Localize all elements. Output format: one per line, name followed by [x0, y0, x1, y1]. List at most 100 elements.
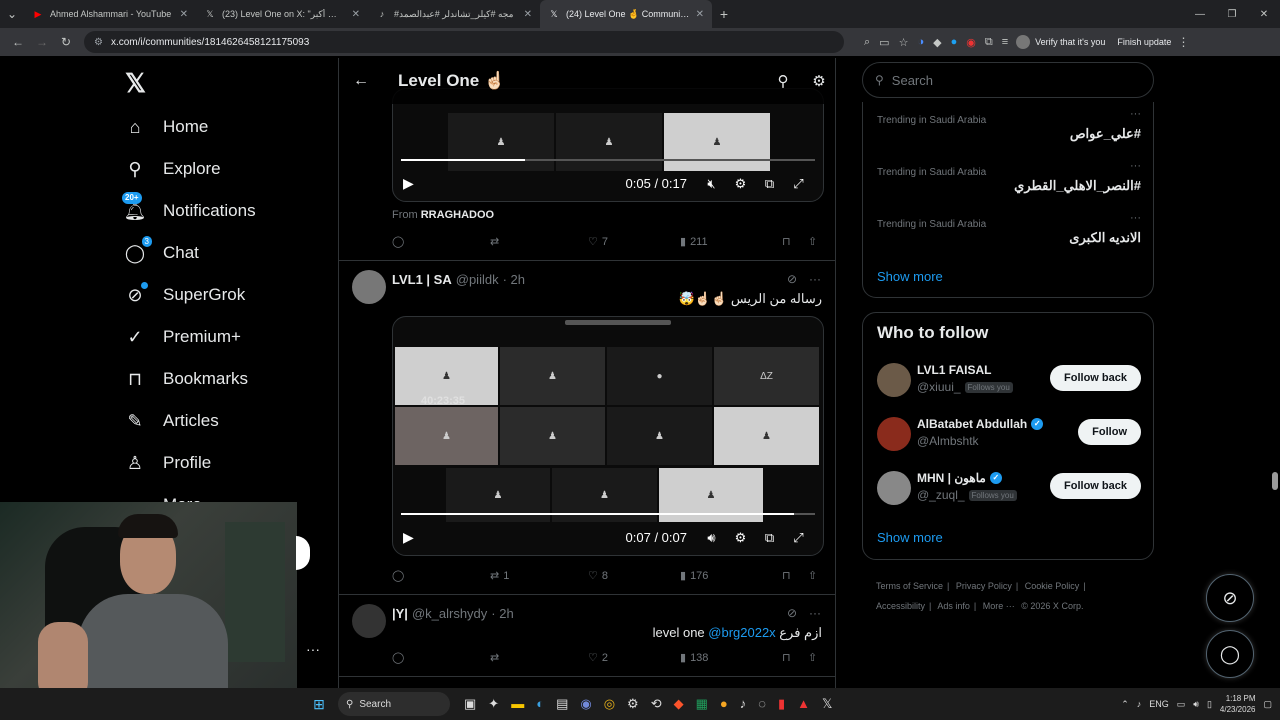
restore-icon[interactable]: ❐ [1216, 0, 1248, 28]
taskbar-search[interactable]: ⚲ Search [338, 692, 450, 716]
reload-icon[interactable]: ↻ [54, 35, 78, 49]
grok-icon[interactable]: ⊘ [787, 272, 797, 286]
footer-more-link[interactable]: More ··· [983, 601, 1015, 611]
video-player[interactable]: ♟ ♟ ● ΔZ ♟ ♟ ♟ ♟ 40:23:35 ♟ ♟ ♟ ▶ 0:07 /… [392, 316, 824, 556]
kebab-menu-icon[interactable]: ⋮ [1171, 35, 1195, 49]
play-icon[interactable]: ▶ [403, 529, 421, 546]
fullscreen-icon[interactable]: ⤢ [784, 176, 813, 192]
follow-back-button[interactable]: Follow back [1050, 473, 1141, 499]
video-progress-bar[interactable] [401, 159, 815, 161]
nav-item-profile[interactable]: ♙ Profile [124, 452, 211, 474]
app-icon[interactable]: ⟲ [651, 696, 662, 712]
back-arrow-icon[interactable]: ← [6, 35, 30, 49]
settings-icon[interactable]: ⚙ [726, 530, 755, 546]
more-icon[interactable]: ··· [1130, 108, 1141, 120]
views-button[interactable]: ▮ 138 [680, 651, 782, 665]
browser-tab-x-post[interactable]: 𝕏 (23) Level One on X: "الهدف أكبر" ✕ [196, 0, 368, 28]
avatar[interactable] [352, 604, 386, 638]
extension-icon[interactable]: ◉ [966, 36, 976, 49]
views-button[interactable]: ▮ 176 [680, 569, 782, 583]
follow-button[interactable]: Follow [1078, 419, 1141, 445]
close-tab-icon[interactable]: ✕ [524, 9, 532, 20]
search-icon[interactable]: ⚲ [765, 72, 801, 90]
chevron-up-icon[interactable]: ⌃ [1121, 699, 1129, 710]
show-more-link[interactable]: Show more [877, 530, 943, 545]
repost-button[interactable]: ⇄ 1 [490, 569, 588, 583]
follow-back-button[interactable]: Follow back [1050, 365, 1141, 391]
more-icon[interactable]: ··· [1130, 160, 1141, 172]
repost-button[interactable]: ⇄ [490, 651, 588, 664]
app-icon[interactable]: ▲ [797, 696, 810, 712]
extension-icon[interactable]: ◆ [933, 36, 941, 49]
address-bar[interactable]: ⚙ x.com/i/communities/181462645812117509… [84, 31, 844, 53]
account-menu-icon[interactable]: ··· [306, 641, 320, 657]
reply-button[interactable]: ◯ [392, 569, 490, 582]
page-scrollbar[interactable] [1270, 58, 1280, 688]
scrollbar-thumb[interactable] [1272, 472, 1278, 490]
share-button[interactable]: ⇧ [808, 235, 817, 248]
back-arrow-icon[interactable]: ← [339, 72, 383, 90]
zoom-icon[interactable]: ⌕ [864, 36, 870, 49]
terms-link[interactable]: Terms of Service [876, 581, 943, 591]
reply-button[interactable]: ◯ [392, 651, 490, 664]
more-icon[interactable]: ··· [809, 272, 821, 286]
app-icon[interactable]: ▮ [778, 696, 785, 712]
app-icon[interactable]: ◌ [758, 696, 766, 712]
nav-item-chat[interactable]: ◯ 3 Chat [124, 236, 199, 264]
grok-icon[interactable]: ⊘ [787, 606, 797, 620]
store-icon[interactable]: ▤ [556, 696, 568, 712]
browser-tab-tiktok[interactable]: ♪ #مجه #كيلر_تشاندلر #عبدالصمد ✕ [368, 0, 540, 28]
author-handle[interactable]: @k_alrshydy [412, 606, 487, 621]
close-tab-icon[interactable]: ✕ [180, 9, 188, 20]
bookmark-button[interactable]: ⊓ [782, 651, 808, 664]
finish-update-button[interactable]: Finish update [1117, 37, 1171, 47]
task-view-icon[interactable]: ▣ [464, 696, 476, 712]
notification-center-icon[interactable]: ▢ [1263, 699, 1272, 710]
avatar[interactable] [352, 270, 386, 304]
ads-info-link[interactable]: Ads info [937, 601, 970, 611]
reading-list-icon[interactable]: ≡ [1002, 36, 1008, 48]
author-name[interactable]: |Y| [392, 606, 408, 621]
speaker-icon[interactable]: 🔊︎ [1193, 699, 1199, 710]
close-tab-icon[interactable]: ✕ [696, 9, 704, 20]
clock[interactable]: 1:18 PM 4/23/2026 [1220, 693, 1256, 715]
close-window-icon[interactable]: ✕ [1248, 0, 1280, 28]
network-icon[interactable]: ▭ [1177, 699, 1186, 710]
nav-item-bookmarks[interactable]: ⊓ Bookmarks [124, 368, 248, 390]
reply-button[interactable]: ◯ [392, 235, 490, 248]
accessibility-link[interactable]: Accessibility [876, 601, 925, 611]
tiktok-icon[interactable]: ♪ [740, 696, 747, 712]
share-button[interactable]: ⇧ [808, 569, 817, 582]
follow-suggestion[interactable]: MHN | ماهون ✓ @_zuql_ Follows you Follow b… [877, 471, 1141, 507]
discord-icon[interactable]: ◉ [580, 696, 591, 712]
nav-item-premium[interactable]: ✓ Premium+ [124, 326, 240, 348]
nav-item-articles[interactable]: ✎ Articles [124, 410, 218, 432]
language-indicator[interactable]: ENG [1149, 699, 1169, 709]
profile-button[interactable]: Verify that it's you [1016, 35, 1105, 49]
show-more-link[interactable]: Show more [877, 269, 943, 284]
chat-fab-button[interactable]: ◯ [1206, 630, 1254, 678]
x-logo-icon[interactable]: 𝕏 [125, 68, 146, 99]
more-icon[interactable]: ··· [809, 606, 821, 620]
windows-start-icon[interactable]: ⊞ [304, 696, 334, 713]
app-icon[interactable]: ▦ [696, 696, 708, 712]
tab-list-dropdown-icon[interactable]: ⌄ [0, 7, 24, 21]
video-player[interactable]: ♟ ♟ ♟ ▶ 0:05 / 0:17 🔇︎ ⚙ ⧉ ⤢ [392, 88, 824, 202]
nav-item-explore[interactable]: ⚲ Explore [124, 158, 220, 180]
extension-icon[interactable]: ● [951, 36, 958, 48]
browser-tab-community[interactable]: 𝕏 (24) Level One 🤞 Community / X ✕ [540, 0, 712, 28]
battery-icon[interactable]: ▯ [1207, 699, 1212, 710]
follow-suggestion[interactable]: AlBatabet Abdullah ✓ @Almbshtk Follow [877, 417, 1141, 453]
mention-link[interactable]: @brg2022x [708, 625, 775, 640]
file-explorer-icon[interactable]: ▬ [511, 696, 524, 712]
bookmark-button[interactable]: ⊓ [782, 569, 808, 582]
new-tab-button[interactable]: + [712, 6, 736, 22]
pip-icon[interactable]: ⧉ [755, 530, 784, 546]
brave-icon[interactable]: ◆ [674, 696, 684, 712]
close-tab-icon[interactable]: ✕ [352, 9, 360, 20]
trend-item[interactable]: Trending in Saudi Arabia ··· #علي_عواص [877, 108, 1141, 150]
copilot-icon[interactable]: ✦ [488, 696, 499, 712]
repost-button[interactable]: ⇄ [490, 235, 588, 248]
edge-icon[interactable]: ◐ [536, 696, 544, 712]
nav-item-notifications[interactable]: 🔔︎ 20+ Notifications [122, 192, 256, 222]
